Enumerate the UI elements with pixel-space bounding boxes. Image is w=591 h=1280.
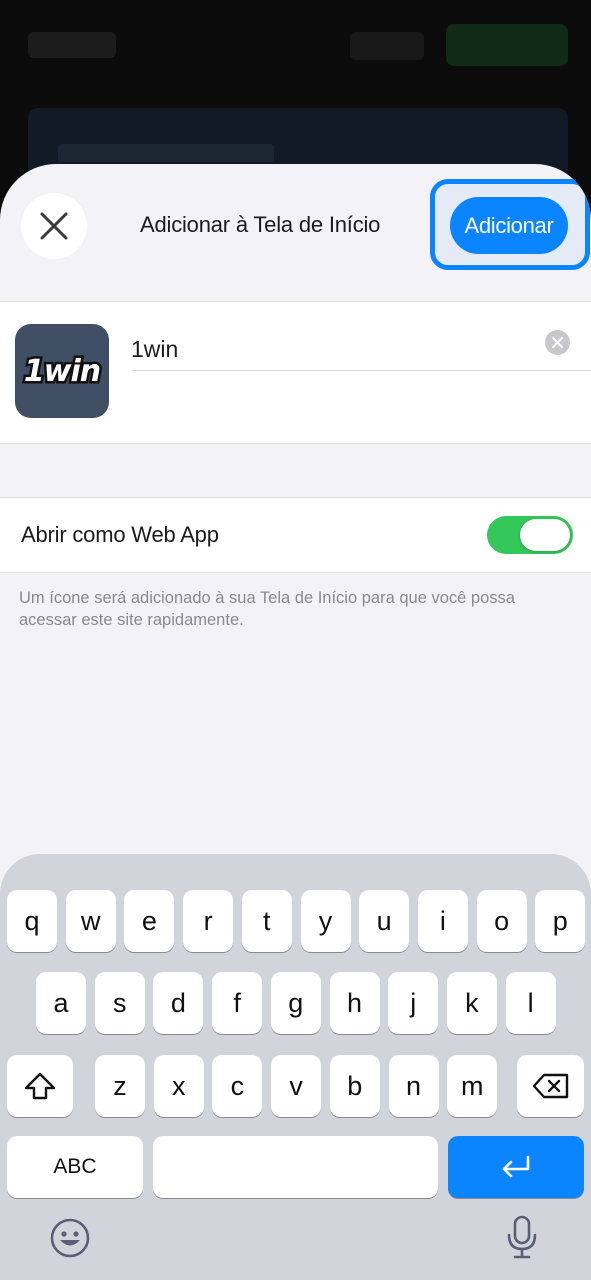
web-app-label: Abrir como Web App [21,522,219,547]
background-logo [28,32,116,58]
key-d[interactable]: d [153,972,204,1034]
key-z[interactable]: z [95,1055,145,1117]
footnote-text: Um ícone será adicionado à sua Tela de I… [19,589,515,629]
app-logo-text: 1win [24,354,100,389]
delete-icon [532,1073,568,1099]
close-button[interactable] [21,193,87,259]
delete-key[interactable] [517,1055,584,1117]
key-n[interactable]: n [388,1055,439,1117]
return-key[interactable] [448,1136,584,1198]
app-name-row: 1win [0,301,591,444]
key-x[interactable]: x [153,1055,204,1117]
key-w[interactable]: w [65,890,116,952]
key-m[interactable]: m [447,1055,498,1117]
sheet-title: Adicionar à Tela de Início [140,212,381,237]
key-u[interactable]: u [359,890,410,952]
shift-key[interactable] [7,1055,73,1117]
space-key[interactable] [153,1136,438,1198]
app-logo: 1win [21,352,103,392]
toggle-knob [520,519,570,551]
clear-text-button[interactable] [545,330,570,355]
microphone-button[interactable] [505,1214,539,1265]
key-l[interactable]: l [505,972,556,1034]
background-login-button [350,32,424,60]
key-o[interactable]: o [476,890,527,952]
key-v[interactable]: v [271,1055,322,1117]
key-k[interactable]: k [446,972,497,1034]
web-app-toggle[interactable] [487,516,573,554]
abc-key[interactable]: ABC [7,1136,143,1198]
microphone-icon [507,1215,537,1259]
key-r[interactable]: r [183,890,234,952]
key-e[interactable]: e [124,890,175,952]
key-g[interactable]: g [270,972,321,1034]
key-a[interactable]: a [36,972,86,1034]
emoji-icon [50,1218,90,1258]
name-underline [132,370,591,371]
key-y[interactable]: y [300,890,351,952]
web-app-row: Abrir como Web App [0,497,591,573]
clear-icon [552,337,563,348]
key-c[interactable]: c [212,1055,263,1117]
key-f[interactable]: f [212,972,263,1034]
key-b[interactable]: b [329,1055,380,1117]
app-name-input[interactable] [131,328,571,370]
keyboard: ABC qwertyuiop asdfghjkl zxcvbnm [0,854,591,1280]
shift-icon [24,1072,56,1100]
key-p[interactable]: p [535,890,586,952]
background-register-button [446,24,568,66]
return-icon [502,1155,530,1178]
emoji-button[interactable] [48,1216,92,1265]
key-j[interactable]: j [388,972,439,1034]
background-banner-text [58,144,274,162]
key-q[interactable]: q [7,890,57,952]
app-icon: 1win [15,324,109,418]
add-button[interactable]: Adicionar [450,197,568,254]
key-t[interactable]: t [241,890,292,952]
key-i[interactable]: i [417,890,468,952]
close-icon [40,212,68,240]
key-s[interactable]: s [94,972,145,1034]
key-h[interactable]: h [329,972,380,1034]
